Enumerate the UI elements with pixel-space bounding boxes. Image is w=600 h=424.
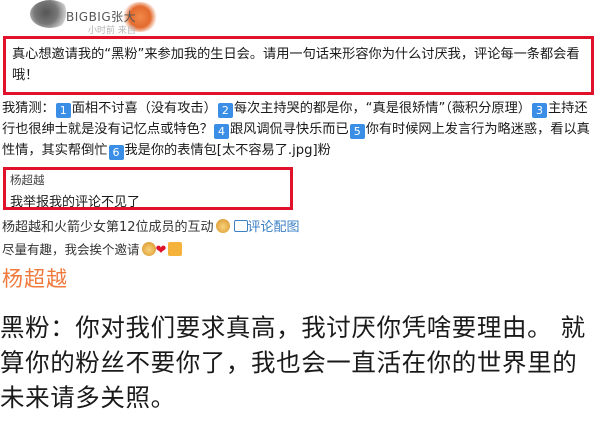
guess-item: 面相不讨喜（没有攻击） [71,101,217,116]
avatar[interactable] [30,0,70,28]
reply-line: 尽量有趣，我会挨个邀请 ❤ [2,239,183,258]
post-text: 真心想邀请我的“黑粉”来参加我的生日会。请用一句话来形容你为什么讨厌我，评论每一… [12,47,580,83]
reply-text: 尽量有趣，我会挨个邀请 [2,242,140,257]
comment-image-link[interactable]: 评论配图 [248,220,300,235]
bear-emoji-icon [141,242,156,256]
guess-item: 每次主持哭的都是你，“真是很矫情”（薇积分原理） [233,101,531,116]
number-6-icon: 6 [108,145,124,160]
guess-item: 我是你的表情包[太不容易了.jpg]粉 [124,143,331,158]
repost-text: 杨超越和火箭少女第12位成员的互动 [2,220,214,235]
comment-author[interactable]: 杨超越 [10,172,45,188]
guess-paragraph: 我猜测： 1 面相不讨喜（没有攻击） 2 每次主持哭的都是你，“真是很矫情”（薇积分原理… [2,98,598,161]
quote-text-large: 黑粉：你对我们要求真高，我讨厌你凭啥要理由。 就算你的粉丝不要你了，我也会一直活… [0,313,586,412]
number-4-icon: 4 [214,124,229,139]
number-1-icon: 1 [55,103,71,118]
number-5-icon: 5 [349,124,365,139]
comment-text: 我举报我的评论不见了 [10,195,141,210]
repost-line: 杨超越和火箭少女第12位成员的互动 评论配图 [2,216,300,235]
number-2-icon: 2 [217,103,233,118]
picture-icon[interactable] [233,220,248,232]
author-name-large[interactable]: 杨超越 [2,263,68,293]
post-meta: 小时前 来自 [88,26,136,36]
bear-emoji-icon [215,219,230,233]
number-3-icon: 3 [532,103,547,118]
gift-emoji-icon [168,242,183,256]
guess-prefix: 我猜测： [2,101,55,116]
heart-icon: ❤ [155,243,167,258]
guess-item: 跟风调侃寻快乐而已 [230,122,349,137]
